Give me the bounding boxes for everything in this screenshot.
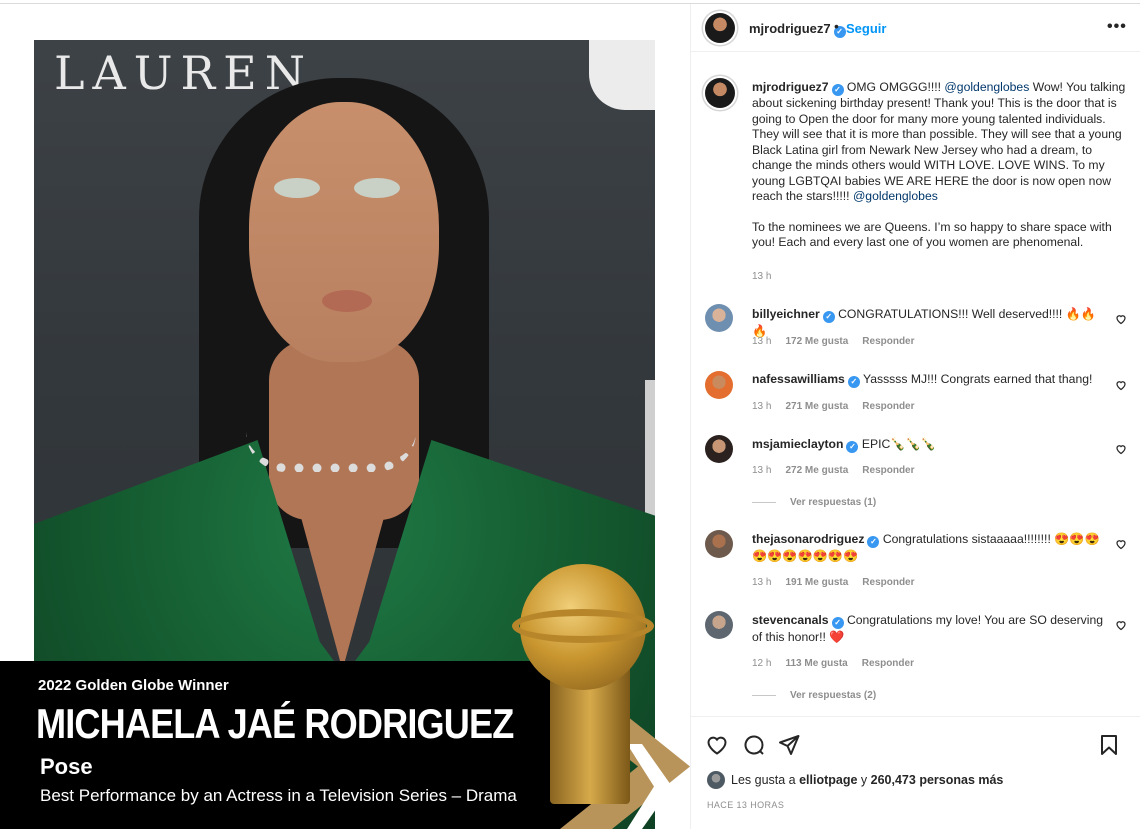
portrait-lips — [322, 290, 372, 312]
caption-text-2: Wow! You talking about sickening birthda… — [752, 80, 1126, 203]
author-username[interactable]: mjrodriguez7 ✓ — [749, 21, 846, 38]
comment-item: stevencanals ✓ Congratulations my love! Y… — [752, 612, 1110, 645]
comment-time: 13 h — [752, 465, 772, 476]
likes-count[interactable]: 260,473 personas más — [871, 773, 1004, 787]
comment-username[interactable]: billyeichner — [752, 307, 820, 321]
comment-time: 13 h — [752, 577, 772, 588]
heart-icon[interactable] — [705, 733, 729, 757]
comment-avatar[interactable] — [705, 530, 733, 558]
instagram-post: LAUREN 2022 Golden Globe Winner MICHAELA… — [0, 3, 1140, 829]
comment-like-heart-icon[interactable] — [1115, 312, 1127, 325]
portrait-necklace — [246, 432, 416, 472]
comment-username[interactable]: thejasonarodriguez — [752, 532, 864, 546]
comment-username[interactable]: msjamieclayton — [752, 437, 843, 451]
header-separator: • — [834, 18, 839, 34]
comment-like-count[interactable]: 271 Me gusta — [785, 401, 848, 412]
comment-like-count[interactable]: 191 Me gusta — [785, 577, 848, 588]
comment-reply-button[interactable]: Responder — [862, 336, 914, 347]
bookmark-icon[interactable] — [1097, 733, 1121, 757]
banner-kicker: 2022 Golden Globe Winner — [38, 677, 229, 694]
comment-username[interactable]: stevencanals — [752, 613, 829, 627]
verified-badge-icon: ✓ — [831, 84, 844, 96]
post-media[interactable]: LAUREN 2022 Golden Globe Winner MICHAELA… — [0, 4, 690, 829]
author-avatar[interactable] — [705, 13, 735, 43]
post-header: mjrodriguez7 ✓ • Seguir ••• — [691, 4, 1140, 52]
verified-badge-icon: ✓ — [846, 441, 859, 453]
comment-like-count[interactable]: 113 Me gusta — [785, 658, 847, 669]
post-time-ago: HACE 13 HORAS — [707, 800, 785, 810]
post-side-panel: mjrodriguez7 ✓ • Seguir ••• mjrodriguez7 ✓… — [690, 4, 1140, 829]
caption-time: 13 h — [752, 271, 785, 282]
comment-time: 13 h — [752, 336, 772, 347]
comment-time: 12 h — [752, 658, 772, 669]
comment-meta: 13 h 172 Me gusta Responder — [752, 336, 929, 347]
follow-button[interactable]: Seguir — [846, 21, 886, 36]
comment-reply-button[interactable]: Responder — [862, 401, 914, 412]
liker-avatar[interactable] — [707, 771, 725, 789]
verified-badge-icon: ✓ — [867, 536, 880, 548]
caption-mention-1[interactable]: @goldenglobes — [944, 80, 1029, 94]
more-options-icon[interactable]: ••• — [1107, 18, 1127, 36]
caption-author-avatar[interactable] — [705, 78, 735, 108]
comment-avatar[interactable] — [705, 304, 733, 332]
comment-body: EPIC🍾🍾🍾 — [861, 437, 936, 451]
comment-item: thejasonarodriguez ✓ Congratulations sist… — [752, 531, 1110, 564]
comment-body: Yasssss MJ!!! Congrats earned that thang… — [862, 372, 1093, 386]
golden-globe-ring — [512, 609, 654, 643]
view-replies-button[interactable]: Ver respuestas (1) — [752, 497, 876, 508]
comment-like-count[interactable]: 272 Me gusta — [785, 465, 848, 476]
comment-avatar[interactable] — [705, 371, 733, 399]
comment-time: 13 h — [752, 401, 772, 412]
post-caption: mjrodriguez7 ✓ OMG OMGGG!!!! @goldenglobe… — [752, 80, 1127, 251]
caption-paragraph-2: To the nominees we are Queens. I’m so ha… — [752, 219, 1112, 250]
comment-reply-button[interactable]: Responder — [862, 465, 914, 476]
comment-item: nafessawilliams ✓ Yasssss MJ!!! Congrats … — [752, 371, 1110, 388]
banner-show-title: Pose — [40, 754, 93, 779]
author-username-text[interactable]: mjrodriguez7 — [749, 21, 831, 36]
comment-username[interactable]: nafessawilliams — [752, 372, 845, 386]
comment-avatar[interactable] — [705, 435, 733, 463]
likes-summary[interactable]: Les gusta a elliotpage y 260,473 persona… — [731, 773, 1003, 787]
banner-award-category: Best Performance by an Actress in a Tele… — [40, 786, 517, 805]
view-replies-button[interactable]: Ver respuestas (2) — [752, 690, 876, 701]
verified-badge-icon: ✓ — [831, 617, 844, 629]
likes-prefix: Les gusta a — [731, 773, 800, 787]
comment-meta: 13 h 191 Me gusta Responder — [752, 577, 929, 588]
comment-like-heart-icon[interactable] — [1115, 378, 1127, 391]
comment-icon[interactable] — [742, 733, 766, 757]
comment-meta: 12 h 113 Me gusta Responder — [752, 658, 928, 669]
verified-badge-icon: ✓ — [847, 376, 860, 388]
backdrop-lettering: LAUREN — [54, 46, 313, 100]
verified-badge-icon: ✓ — [822, 311, 835, 323]
caption-timestamp: 13 h — [752, 271, 772, 282]
caption-mention-2[interactable]: @goldenglobes — [853, 189, 938, 203]
comment-meta: 13 h 271 Me gusta Responder — [752, 401, 929, 412]
paper-plane-icon[interactable] — [777, 733, 801, 757]
backdrop-logo — [589, 40, 655, 110]
likes-user[interactable]: elliotpage — [799, 773, 857, 787]
comment-item: msjamieclayton ✓ EPIC🍾🍾🍾 — [752, 436, 1110, 453]
comment-avatar[interactable] — [705, 611, 733, 639]
banner-winner-name: MICHAELA JAÉ RODRIGUEZ — [36, 700, 514, 747]
comment-reply-button[interactable]: Responder — [862, 658, 914, 669]
caption-username[interactable]: mjrodriguez7 — [752, 80, 829, 94]
portrait-face — [249, 102, 439, 362]
likes-middle: y — [857, 773, 871, 787]
comment-like-heart-icon[interactable] — [1115, 442, 1127, 455]
comment-like-heart-icon[interactable] — [1115, 537, 1127, 550]
comment-reply-button[interactable]: Responder — [862, 577, 914, 588]
comment-like-count[interactable]: 172 Me gusta — [785, 336, 848, 347]
portrait-eye-right — [354, 178, 400, 198]
comment-like-heart-icon[interactable] — [1115, 618, 1127, 631]
comment-meta: 13 h 272 Me gusta Responder — [752, 465, 929, 476]
portrait-eye-left — [274, 178, 320, 198]
post-action-bar: Les gusta a elliotpage y 260,473 persona… — [691, 716, 1140, 829]
comment-item: billyeichner ✓ CONGRATULATIONS!!! Well de… — [752, 306, 1110, 339]
caption-text-1: OMG OMGGG!!!! — [846, 80, 945, 94]
